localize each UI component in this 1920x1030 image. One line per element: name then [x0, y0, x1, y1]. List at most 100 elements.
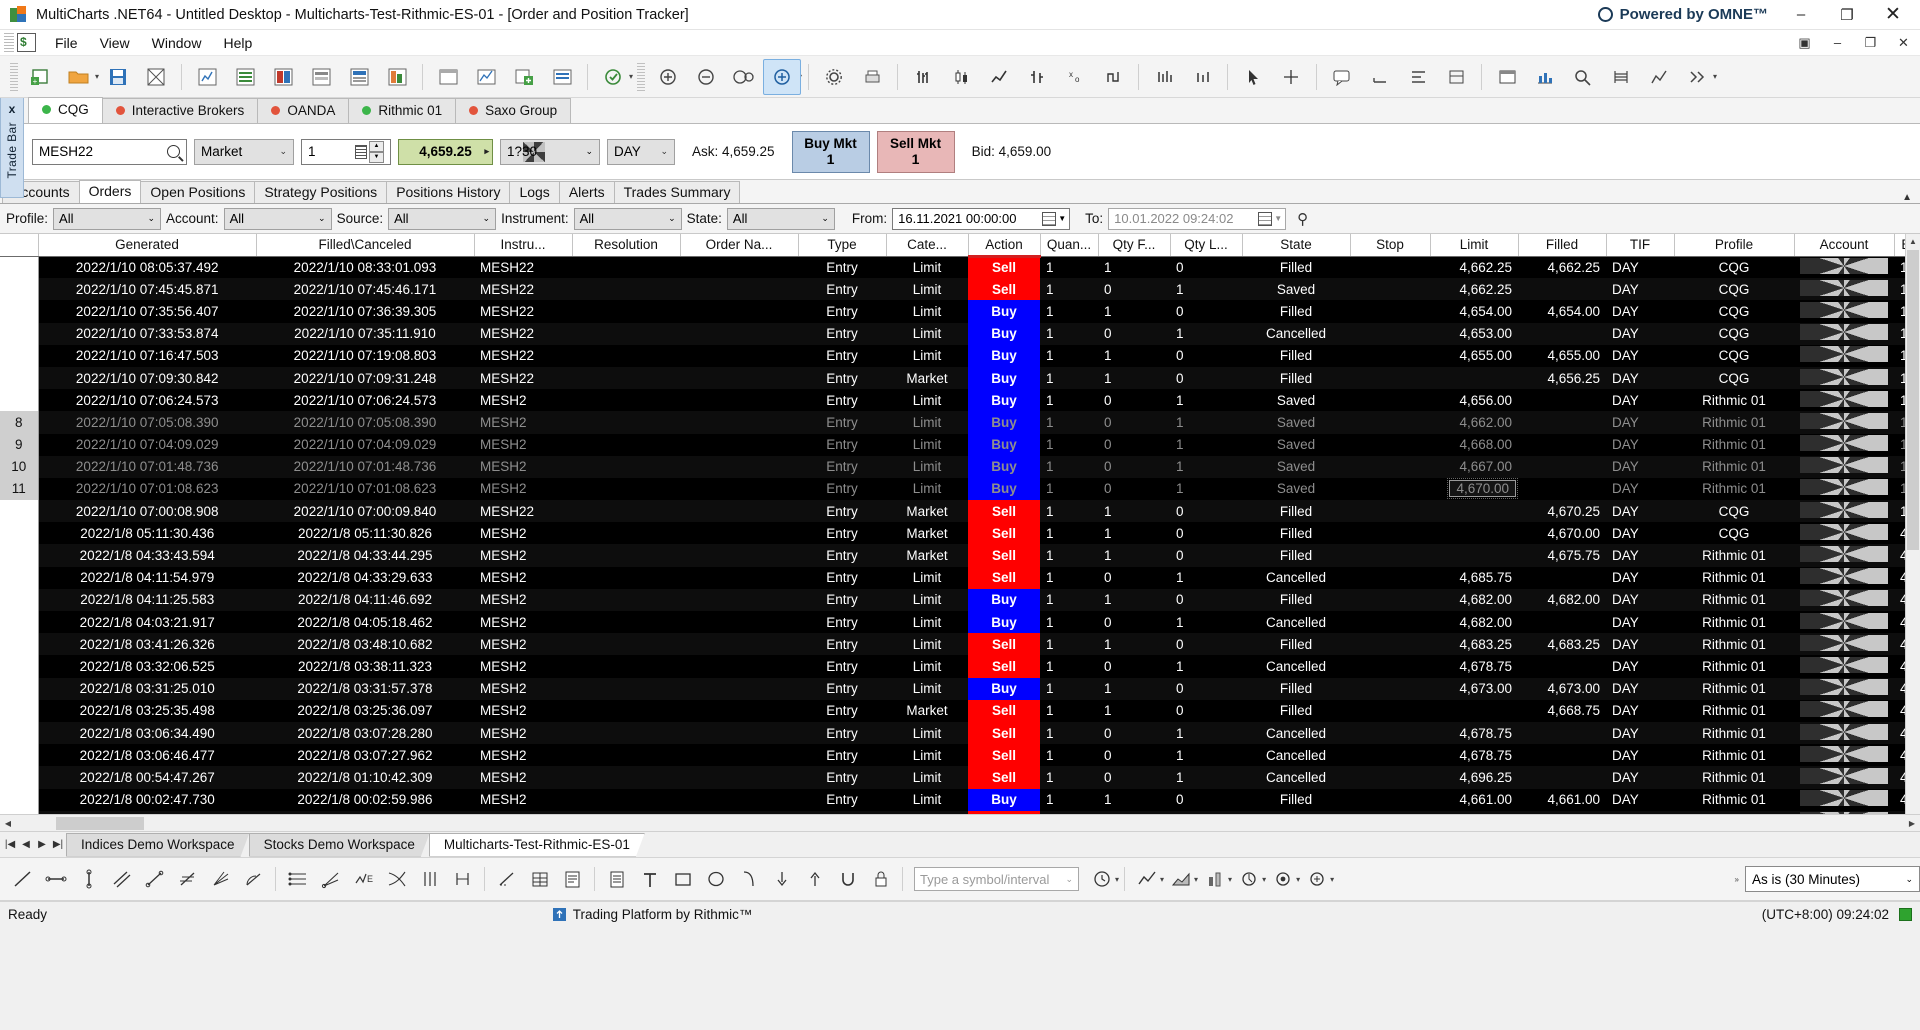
cell-type[interactable]: Entry	[798, 566, 886, 589]
cell-account[interactable]	[1794, 411, 1894, 434]
cell-resolution[interactable]	[572, 256, 680, 279]
cell-stop[interactable]	[1350, 655, 1430, 678]
cell-type[interactable]: Entry	[798, 477, 886, 501]
cell-tif[interactable]: DAY	[1606, 433, 1674, 456]
cell-generated[interactable]: 2022/1/8 00:02:47.730	[38, 788, 256, 811]
cell-quantity[interactable]: 1	[1040, 611, 1098, 634]
cell-qty-left[interactable]: 0	[1170, 699, 1242, 722]
cell-filled-canceled[interactable]: 2022/1/8 03:31:57.378	[256, 677, 474, 700]
cell-filled-canceled[interactable]: 2022/1/8 03:48:10.682	[256, 633, 474, 656]
data-window-icon[interactable]	[543, 59, 581, 95]
cell-type[interactable]: Entry	[798, 744, 886, 767]
cell-order-name[interactable]	[680, 522, 798, 545]
chevron-down-icon[interactable]: ▼	[1058, 214, 1066, 223]
cell-profile[interactable]: Rithmic 01	[1674, 744, 1794, 767]
cell-qty-left[interactable]: 0	[1170, 677, 1242, 700]
cell-instrument[interactable]: MESH2	[474, 655, 572, 678]
candle-chart-style-icon[interactable]	[942, 59, 980, 95]
cell-type[interactable]: Entry	[798, 677, 886, 700]
rownum[interactable]: 24	[0, 766, 39, 789]
cell-account[interactable]	[1794, 500, 1894, 523]
cell-account[interactable]	[1794, 322, 1894, 345]
cell-filled-canceled[interactable]: 2022/1/8 05:11:30.826	[256, 522, 474, 545]
cell-quantity[interactable]: 1	[1040, 344, 1098, 367]
maximize-button[interactable]: ❐	[1824, 0, 1870, 30]
cell-quantity[interactable]: 1	[1040, 766, 1098, 789]
broker-tab-saxo-group[interactable]: Saxo Group	[455, 98, 572, 123]
cell-limit[interactable]: 4,682.00	[1430, 588, 1518, 611]
calendar-icon[interactable]	[1488, 59, 1526, 95]
cell-tif[interactable]: DAY	[1606, 366, 1674, 390]
table-row[interactable]: 20 2022/1/8 03:31:25.010 2022/1/8 03:31:57…	[0, 677, 1920, 700]
cell-account[interactable]	[1794, 433, 1894, 456]
table-row[interactable]: 11 2022/1/10 07:01:08.623 2022/1/10 07:01:…	[0, 477, 1920, 501]
cell-quantity[interactable]: 1	[1040, 677, 1098, 700]
account-filter-select[interactable]: All ⌄	[223, 207, 332, 230]
cell-action[interactable]: Sell	[968, 522, 1040, 545]
cell-action[interactable]: Sell	[968, 278, 1040, 301]
cell-account[interactable]	[1794, 677, 1894, 700]
cell-action[interactable]: Sell	[968, 544, 1040, 567]
cell-account[interactable]	[1794, 256, 1894, 279]
cell-account[interactable]	[1794, 278, 1894, 301]
cell-filled-price[interactable]	[1518, 322, 1606, 345]
close-doc-icon[interactable]: ✕	[1887, 31, 1920, 55]
cell-order-name[interactable]	[680, 278, 798, 301]
cell-instrument[interactable]: MESH22	[474, 500, 572, 523]
cell-tif[interactable]: DAY	[1606, 677, 1674, 700]
cell-stop[interactable]	[1350, 477, 1430, 501]
col-tif[interactable]: TIF	[1606, 234, 1675, 257]
table-row[interactable]: 23 2022/1/8 03:06:46.477 2022/1/8 03:07:27…	[0, 744, 1920, 767]
cell-type[interactable]: Entry	[798, 588, 886, 611]
cell-resolution[interactable]	[572, 522, 680, 545]
cell-action[interactable]: Sell	[968, 721, 1040, 745]
price-input[interactable]: 4,659.25 ▸	[398, 138, 493, 165]
fibonacci-arc-icon[interactable]	[237, 862, 270, 896]
cell-category[interactable]: Limit	[886, 611, 968, 634]
cell-category[interactable]: Limit	[886, 477, 968, 501]
trendline-icon[interactable]	[6, 862, 39, 896]
cell-profile[interactable]: Rithmic 01	[1674, 611, 1794, 634]
cell-limit[interactable]: 4,668.00	[1430, 433, 1518, 456]
cell-instrument[interactable]: MESH2	[474, 544, 572, 567]
cell-qty-filled[interactable]: 1	[1098, 366, 1170, 390]
cell-limit[interactable]: 4,667.00	[1430, 455, 1518, 478]
cell-generated[interactable]: 2022/1/10 07:01:08.623	[38, 477, 256, 501]
cell-limit[interactable]: 4,661.00	[1430, 788, 1518, 811]
cell-limit[interactable]: 4,655.00	[1430, 344, 1518, 367]
table-row[interactable]: 25 2022/1/8 00:02:47.730 2022/1/8 00:02:59…	[0, 788, 1920, 811]
cell-instrument[interactable]: MESH2	[474, 389, 572, 412]
cell-state[interactable]: Cancelled	[1242, 721, 1350, 745]
rownum[interactable]: 5	[0, 344, 39, 367]
cell-quantity[interactable]: 1	[1040, 544, 1098, 567]
cell-qty-filled[interactable]: 0	[1098, 766, 1170, 789]
table-row[interactable]: 10 2022/1/10 07:01:48.736 2022/1/10 07:01:…	[0, 455, 1920, 478]
cell-state[interactable]: Cancelled	[1242, 322, 1350, 345]
cell-instrument[interactable]: MESH22	[474, 366, 572, 390]
state-filter-select[interactable]: All ⌄	[726, 207, 835, 230]
price-arrow-icon[interactable]: ▸	[484, 146, 489, 157]
cell-filled-price[interactable]: 4,675.75	[1518, 544, 1606, 567]
cell-category[interactable]: Limit	[886, 677, 968, 700]
cell-generated[interactable]: 2022/1/10 08:05:37.492	[38, 256, 256, 279]
table-row[interactable]: 8 2022/1/10 07:05:08.390 2022/1/10 07:05:0…	[0, 411, 1920, 434]
cell-stop[interactable]	[1350, 278, 1430, 301]
cell-order-name[interactable]	[680, 366, 798, 390]
rownum[interactable]: 2	[0, 278, 39, 301]
cell-generated[interactable]: 2022/1/8 03:25:35.498	[38, 699, 256, 722]
cell-filled-canceled[interactable]: 2022/1/10 07:05:08.390	[256, 411, 474, 434]
quantity-input[interactable]: 1 ▲ ▼	[301, 138, 391, 165]
cell-instrument[interactable]: MESH2	[474, 433, 572, 456]
cell-profile[interactable]: Rithmic 01	[1674, 766, 1794, 789]
cell-filled-canceled[interactable]: 2022/1/10 07:09:31.248	[256, 366, 474, 390]
cell-action[interactable]: Buy	[968, 477, 1040, 501]
scroll-up-icon[interactable]: ▲	[1906, 234, 1920, 249]
cell-qty-left[interactable]: 1	[1170, 278, 1242, 301]
cell-filled-canceled[interactable]: 2022/1/10 07:00:09.840	[256, 500, 474, 523]
rownum[interactable]: 1	[0, 256, 39, 279]
cell-resolution[interactable]	[572, 322, 680, 345]
cell-tif[interactable]: DAY	[1606, 322, 1674, 345]
cell-category[interactable]: Limit	[886, 788, 968, 811]
chart-analysis-icon[interactable]	[467, 59, 505, 95]
vertical-line-icon[interactable]	[72, 862, 105, 896]
